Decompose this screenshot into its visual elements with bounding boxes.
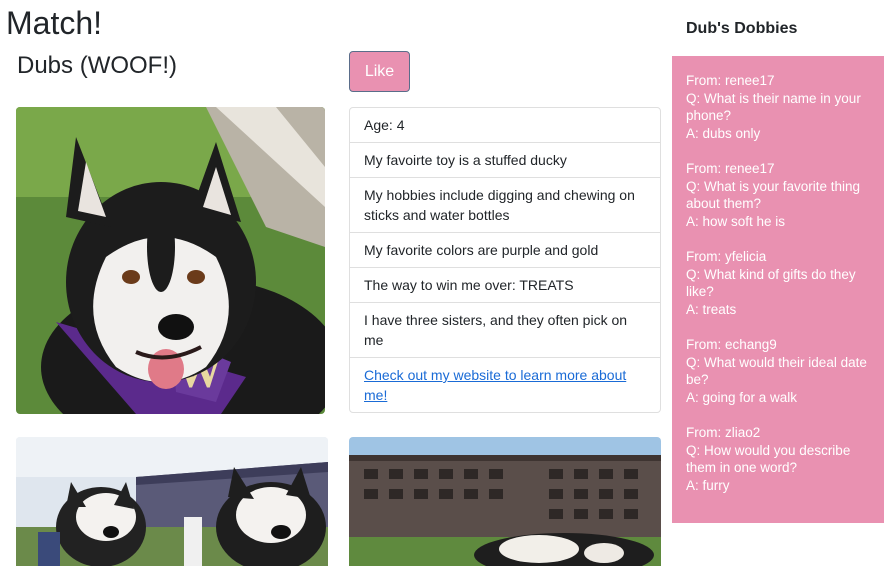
qa-entry: From: zliao2 Q: How would you describe t…: [686, 424, 874, 494]
detail-win-me-over: The way to win me over: TREATS: [350, 268, 660, 303]
qa-panel: From: renee17 Q: What is their name in y…: [672, 56, 884, 523]
qa-entry: From: renee17 Q: What is your favorite t…: [686, 160, 874, 230]
qa-question: Q: What is their name in your phone?: [686, 90, 861, 124]
husky-portrait-photo: W: [16, 107, 325, 414]
qa-from: From: echang9: [686, 337, 777, 352]
qa-answer: A: going for a walk: [686, 389, 798, 405]
qa-from: From: yfelicia: [686, 249, 767, 264]
page-title: Match!: [6, 5, 103, 41]
like-button[interactable]: Like: [349, 51, 410, 92]
detail-favorite-colors: My favorite colors are purple and gold: [350, 233, 660, 268]
detail-hobbies: My hobbies include digging and chewing o…: [350, 178, 660, 233]
qa-from: From: renee17: [686, 73, 775, 88]
qa-answer: A: furry: [686, 477, 730, 493]
qa-answer: A: how soft he is: [686, 213, 786, 229]
profile-details-card: Age: 4 My favoirte toy is a stuffed duck…: [349, 107, 661, 413]
qa-question: Q: How would you describe them in one wo…: [686, 442, 851, 476]
qa-from: From: zliao2: [686, 425, 761, 440]
detail-sisters: I have three sisters, and they often pic…: [350, 303, 660, 358]
page: Match! Dubs (WOOF!) Like W: [0, 0, 884, 566]
qa-entry: From: yfelicia Q: What kind of gifts do …: [686, 248, 874, 318]
qa-answer: A: dubs only: [686, 125, 761, 141]
profile-name: Dubs (WOOF!): [17, 52, 177, 79]
website-link-item: Check out my website to learn more about…: [350, 358, 660, 412]
qa-question: Q: What kind of gifts do they like?: [686, 266, 856, 300]
qa-answer: A: treats: [686, 301, 737, 317]
detail-age: Age: 4: [350, 108, 660, 143]
qa-question: Q: What would their ideal date be?: [686, 354, 867, 388]
sidebar-title: Dub's Dobbies: [686, 20, 798, 37]
husky-stadium-photo: [16, 437, 328, 566]
husky-campus-photo: [349, 437, 661, 566]
detail-favorite-toy: My favoirte toy is a stuffed ducky: [350, 143, 660, 178]
qa-from: From: renee17: [686, 161, 775, 176]
qa-question: Q: What is your favorite thing about the…: [686, 178, 861, 212]
qa-entry: From: renee17 Q: What is their name in y…: [686, 72, 874, 142]
website-link[interactable]: Check out my website to learn more about…: [364, 367, 626, 403]
qa-entry: From: echang9 Q: What would their ideal …: [686, 336, 874, 406]
